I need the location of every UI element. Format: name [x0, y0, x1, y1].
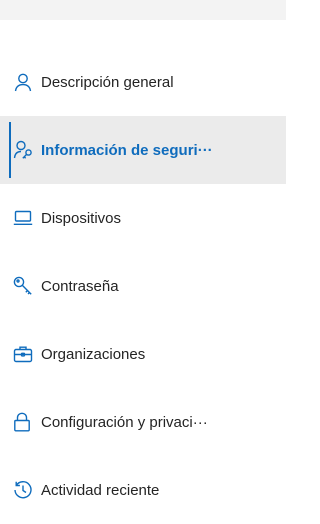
history-icon	[13, 479, 41, 501]
sidebar-item-security-info[interactable]: Información de seguri···	[0, 116, 286, 184]
person-icon	[13, 71, 41, 93]
sidebar-item-label: Configuración y privaci···	[41, 413, 208, 431]
top-bar	[0, 0, 286, 20]
sidebar-item-devices[interactable]: Dispositivos	[0, 184, 286, 252]
sidebar-item-label: Información de seguri···	[41, 141, 213, 159]
sidebar-item-label: Organizaciones	[41, 345, 146, 363]
sidebar-item-recent-activity[interactable]: Actividad reciente	[0, 456, 286, 524]
sidebar-item-password[interactable]: Contraseña	[0, 252, 286, 320]
sidebar-item-organizations[interactable]: Organizaciones	[0, 320, 286, 388]
key-icon	[13, 275, 41, 297]
person-key-icon	[13, 139, 41, 161]
sidebar-item-label: Dispositivos	[41, 209, 122, 227]
lock-icon	[13, 411, 41, 433]
sidebar-item-label: Descripción general	[41, 73, 174, 91]
laptop-icon	[13, 207, 41, 229]
sidebar-item-settings-privacy[interactable]: Configuración y privaci···	[0, 388, 286, 456]
sidebar-item-label: Contraseña	[41, 277, 119, 295]
sidebar-item-overview[interactable]: Descripción general	[0, 48, 286, 116]
sidebar-item-label: Actividad reciente	[41, 481, 160, 499]
briefcase-icon	[13, 343, 41, 365]
sidebar-nav: Descripción general Información de segur…	[0, 48, 286, 524]
